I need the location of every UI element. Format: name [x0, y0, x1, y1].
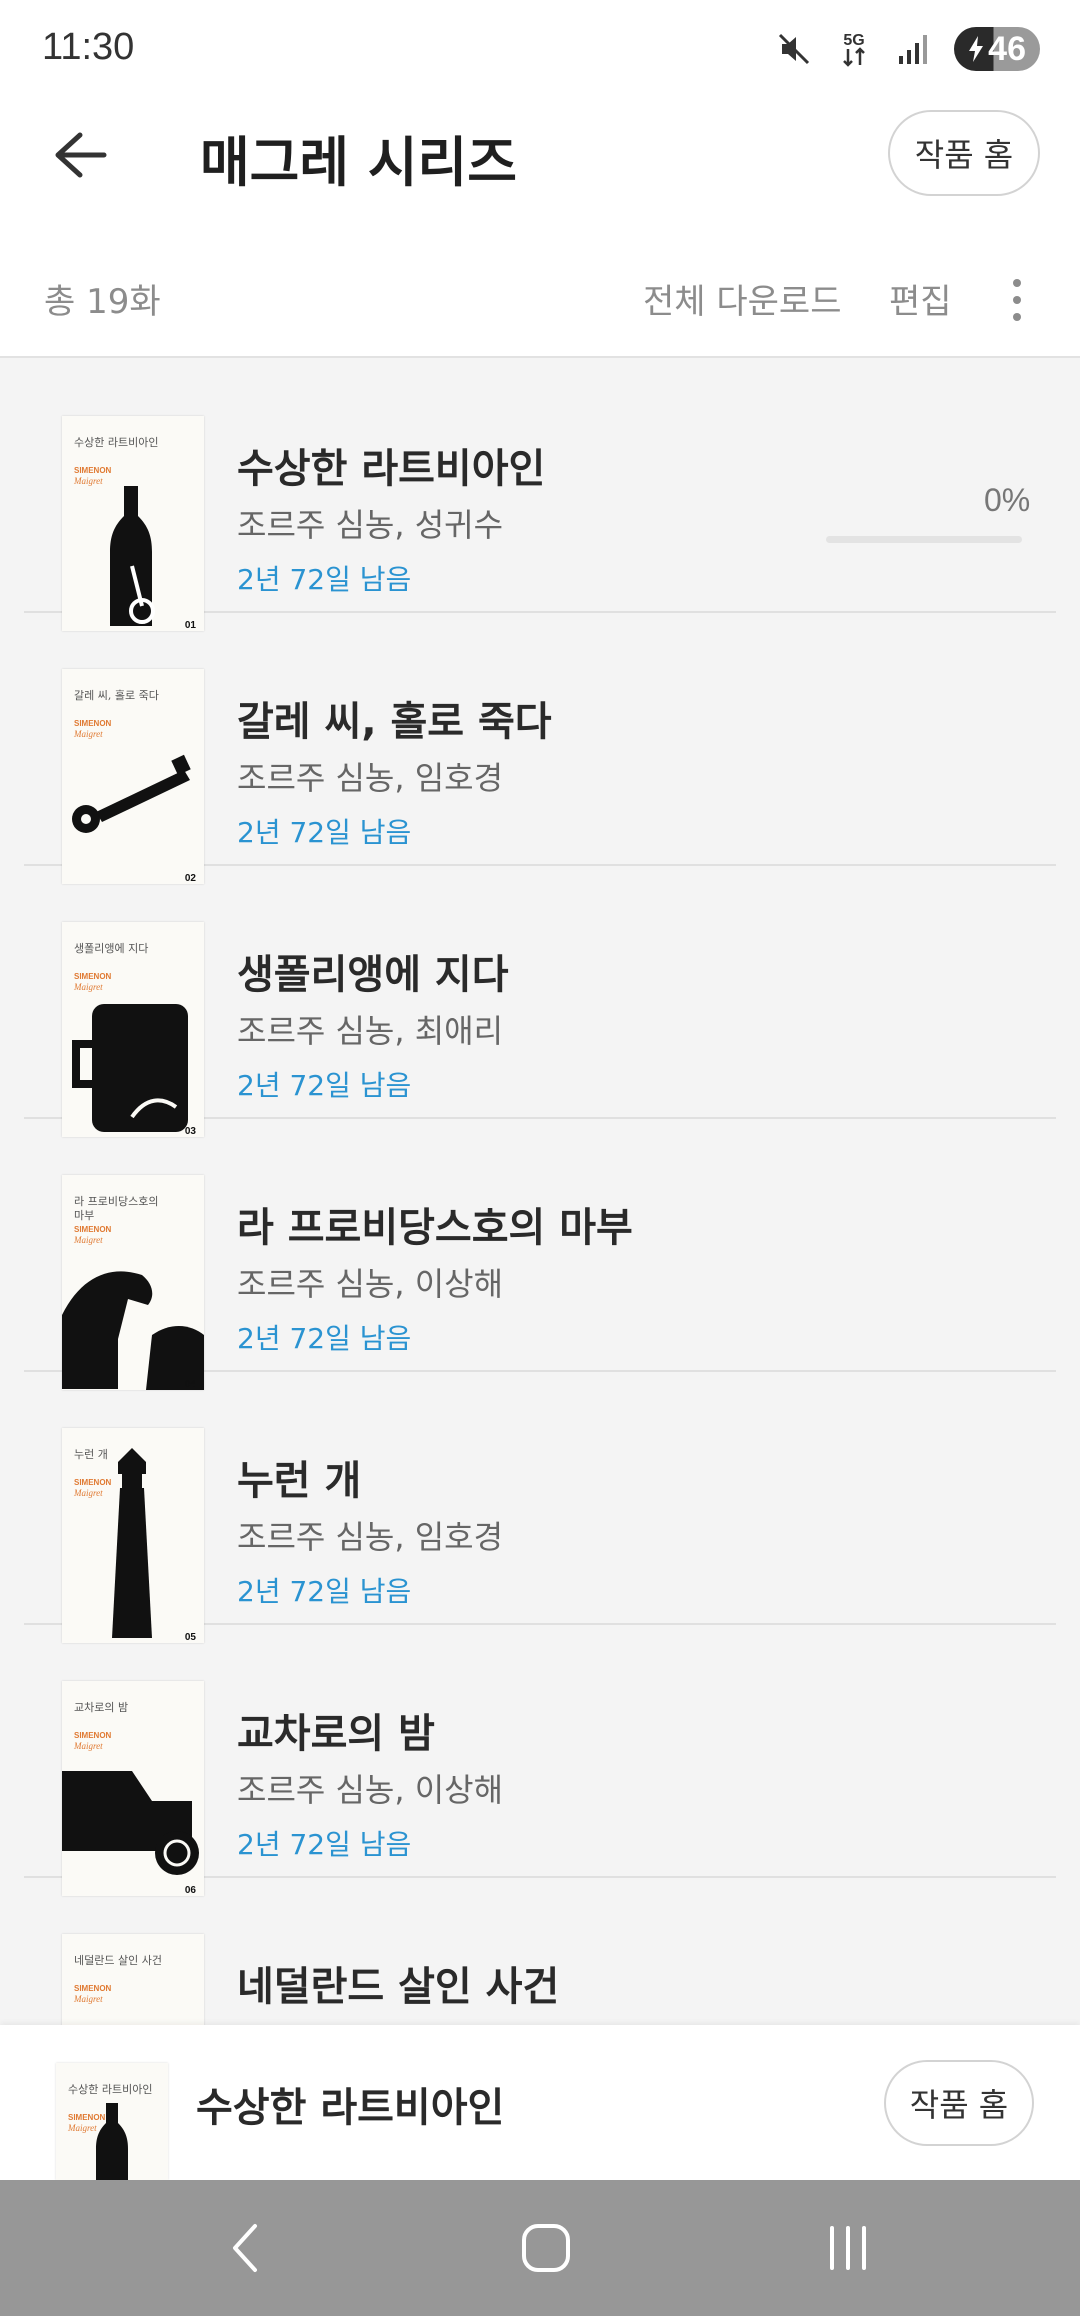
book-cover: 누런 개 SIMENON Maigret 05: [62, 1428, 204, 1643]
signal-icon: [894, 29, 934, 69]
bottle-key-illustration: [110, 486, 155, 626]
series-home-button[interactable]: 작품 홈: [888, 110, 1040, 196]
book-cover: 교차로의 밤 SIMENON Maigret 06: [62, 1681, 204, 1896]
episode-title: 생폴리앵에 지다: [237, 952, 509, 998]
car-illustration: [62, 1771, 199, 1875]
mini-player-title: 수상한 라트비아인: [196, 2085, 505, 2131]
mute-icon: [774, 29, 814, 69]
rental-remaining: 2년 72일 남음: [237, 816, 412, 849]
recent-apps-icon[interactable]: [808, 2218, 888, 2278]
back-button[interactable]: [40, 120, 120, 190]
suitcase-illustration: [72, 1004, 188, 1132]
arrow-left-icon: [55, 132, 107, 178]
episode-list: 수상한 라트비아인 SIMENON Maigret 01 수상한 라트비아인 조…: [0, 360, 1080, 2025]
page-title: 매그레 시리즈: [200, 131, 517, 194]
book-cover: 네덜란드 살인 사건 SIMENON Maigret: [62, 1934, 204, 2025]
list-item[interactable]: 라 프로비당스호의 마부 SIMENON Maigret 04 라 프로비당스호…: [24, 1119, 1056, 1390]
list-item[interactable]: 누런 개 SIMENON Maigret 05 누런 개 조르주 심농, 임호경…: [24, 1372, 1056, 1643]
book-cover: 라 프로비당스호의 마부 SIMENON Maigret 04: [62, 1175, 204, 1390]
rental-remaining: 2년 72일 남음: [237, 1069, 412, 1102]
chevron-left-icon[interactable]: [205, 2218, 285, 2278]
book-cover: 생폴리앵에 지다 SIMENON Maigret 03: [62, 922, 204, 1137]
episode-title: 갈레 씨, 홀로 죽다: [237, 699, 552, 745]
charging-icon: [969, 36, 984, 62]
rental-remaining: 2년 72일 남음: [237, 563, 412, 596]
progress-percent: 0%: [984, 482, 1031, 518]
network-label: 5G: [844, 32, 865, 49]
edit-button[interactable]: 편집: [889, 274, 952, 323]
book-cover: 갈레 씨, 홀로 죽다 SIMENON Maigret 02: [62, 669, 204, 884]
episode-title: 라 프로비당스호의 마부: [237, 1205, 633, 1251]
episode-author: 조르주 심농, 이상해: [237, 1265, 504, 1303]
battery-indicator: 46: [954, 27, 1040, 71]
episode-count: 총 19화: [44, 282, 161, 322]
episode-author: 조르주 심농, 이상해: [237, 1771, 504, 1809]
rental-remaining: 2년 72일 남음: [237, 1322, 412, 1355]
progress-bar: [826, 536, 1022, 543]
episode-author: 조르주 심농, 성귀수: [237, 506, 504, 544]
list-toolbar: 총 19화 전체 다운로드 편집: [0, 250, 1080, 358]
episode-author: 조르주 심농, 임호경: [237, 1518, 504, 1556]
lighthouse-illustration: [112, 1448, 152, 1638]
episode-title: 교차로의 밤: [237, 1711, 435, 1757]
list-item[interactable]: 네덜란드 살인 사건 SIMENON Maigret 네덜란드 살인 사건: [24, 1878, 1056, 2025]
episode-author: 조르주 심농, 임호경: [237, 759, 504, 797]
network-5g-icon: 5G: [834, 29, 874, 69]
key-illustration: [72, 754, 191, 833]
status-icons: 5G 46: [774, 26, 1040, 72]
list-item[interactable]: 교차로의 밤 SIMENON Maigret 06 교차로의 밤 조르주 심농,…: [24, 1625, 1056, 1896]
episode-title: 네덜란드 살인 사건: [237, 1964, 560, 2010]
download-all-button[interactable]: 전체 다운로드: [643, 274, 842, 323]
rental-remaining: 2년 72일 남음: [237, 1575, 412, 1608]
battery-level: 46: [988, 29, 1026, 68]
home-square-icon[interactable]: [506, 2218, 586, 2278]
status-bar: 11:30 5G 46: [0, 0, 1080, 100]
bottle-illustration: [96, 2103, 128, 2180]
episode-title: 누런 개: [237, 1458, 362, 1504]
horse-illustration: [62, 1271, 204, 1390]
more-vertical-icon[interactable]: [1000, 270, 1034, 330]
list-item[interactable]: 생폴리앵에 지다 SIMENON Maigret 03 생폴리앵에 지다 조르주…: [24, 866, 1056, 1137]
episode-author: 조르주 심농, 최애리: [237, 1012, 504, 1050]
mini-home-button[interactable]: 작품 홈: [884, 2060, 1034, 2146]
status-time: 11:30: [42, 26, 135, 68]
mini-book-cover: 수상한 라트비아인 SIMENON Maigret: [56, 2063, 168, 2180]
episode-title: 수상한 라트비아인: [237, 446, 546, 492]
list-item[interactable]: 갈레 씨, 홀로 죽다 SIMENON Maigret 02 갈레 씨, 홀로 …: [24, 613, 1056, 884]
system-nav-bar: [0, 2180, 1080, 2316]
list-item[interactable]: 수상한 라트비아인 SIMENON Maigret 01 수상한 라트비아인 조…: [24, 360, 1056, 631]
mini-player[interactable]: 수상한 라트비아인 SIMENON Maigret 수상한 라트비아인 작품 홈: [0, 2025, 1080, 2180]
rental-remaining: 2년 72일 남음: [237, 1828, 412, 1861]
book-cover: 수상한 라트비아인 SIMENON Maigret 01: [62, 416, 204, 631]
